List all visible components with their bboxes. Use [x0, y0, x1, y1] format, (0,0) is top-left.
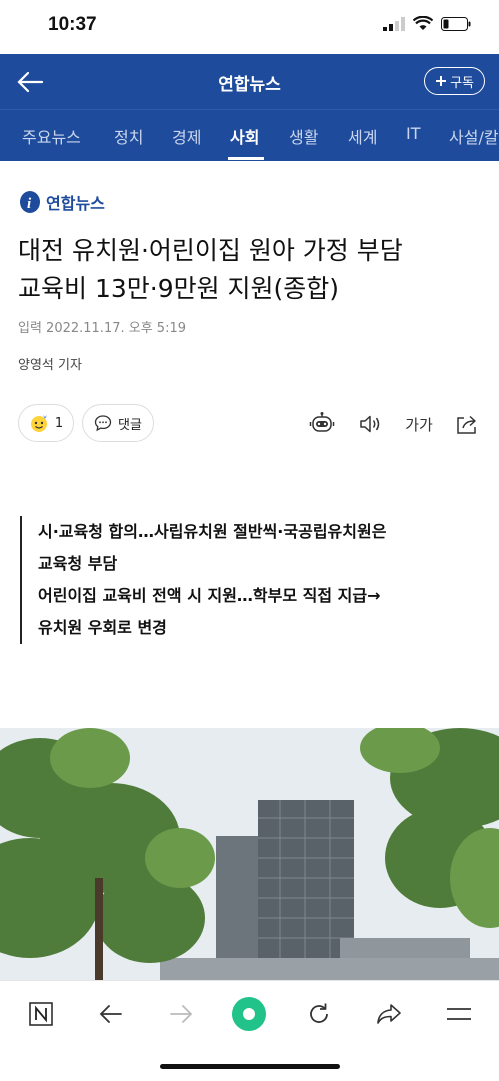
nav-item-it[interactable]: IT	[406, 124, 421, 143]
nav-item-opinion[interactable]: 사설/칼	[449, 124, 499, 148]
nav-item-world[interactable]: 세계	[348, 124, 377, 148]
active-tab-indicator	[228, 157, 264, 160]
share-icon	[457, 415, 476, 434]
listen-button[interactable]	[356, 410, 384, 438]
nav-item-politics[interactable]: 정치	[114, 124, 143, 148]
article-summary: 시·교육청 합의…사립유치원 절반씩·국공립유치원은 교육청 부담 어린이집 교…	[20, 516, 480, 644]
comment-icon	[94, 415, 112, 432]
robot-icon	[309, 412, 335, 432]
comment-label: 댓글	[118, 417, 142, 433]
press-logo[interactable]: i 연합뉴스	[18, 190, 105, 214]
article-title: 대전 유치원·어린이집 원아 가정 부담 교육비 13만·9만원 지원(종합)	[18, 232, 483, 308]
status-bar: 10:37	[0, 0, 499, 54]
plus-icon	[436, 76, 447, 86]
nav-item-main[interactable]: 주요뉴스	[22, 124, 81, 148]
comment-button[interactable]: 댓글	[82, 404, 154, 442]
reaction-count: 1	[54, 415, 64, 431]
back-nav-button[interactable]	[94, 997, 128, 1031]
status-time: 10:37	[48, 14, 97, 35]
subscribe-label: 구독	[450, 75, 474, 91]
speaker-icon	[360, 415, 380, 433]
home-indicator	[160, 1064, 340, 1069]
share-button[interactable]	[453, 410, 481, 438]
menu-button[interactable]	[442, 997, 476, 1031]
summary-bot-button[interactable]	[308, 410, 336, 438]
nav-item-economy[interactable]: 경제	[172, 124, 201, 148]
category-nav: 주요뉴스 정치 경제 사회 생활 세계 IT 사설/칼	[0, 109, 499, 161]
forward-icon	[377, 1004, 401, 1024]
green-dot-button[interactable]	[232, 997, 266, 1031]
nav-item-life[interactable]: 생활	[289, 124, 318, 148]
city-hall-photo	[0, 728, 499, 980]
naver-icon	[29, 1002, 53, 1026]
summary-line: 어린이집 교육비 전액 시 지원…학부모 직접 지급→	[38, 586, 381, 605]
share-page-button[interactable]	[372, 997, 406, 1031]
summary-line: 시·교육청 합의…사립유치원 절반씩·국공립유치원은	[38, 522, 387, 541]
battery-icon	[441, 16, 471, 31]
menu-icon	[447, 1008, 471, 1020]
green-dot-icon	[232, 997, 266, 1031]
article-date: 입력 2022.11.17. 오후 5:19	[18, 321, 186, 336]
forward-nav-button[interactable]	[164, 997, 198, 1031]
status-icons	[383, 16, 471, 31]
article-photo[interactable]	[0, 728, 499, 980]
reporter-name[interactable]: 양영석 기자	[18, 354, 82, 373]
app-header: 연합뉴스 구독	[0, 54, 499, 109]
refresh-button[interactable]	[302, 997, 336, 1031]
back-arrow-icon	[99, 1005, 122, 1023]
summary-line: 교육청 부담	[38, 554, 118, 573]
nav-item-society[interactable]: 사회	[230, 124, 259, 148]
wifi-icon	[413, 16, 433, 30]
subscribe-button[interactable]: 구독	[424, 67, 485, 95]
naver-home-button[interactable]	[24, 997, 58, 1031]
reaction-button[interactable]: 1	[18, 404, 74, 442]
emoji-face-icon	[30, 415, 47, 432]
font-size-button[interactable]: 가가	[402, 410, 436, 438]
summary-line: 유치원 우회로 변경	[38, 618, 167, 637]
article-title-line1: 대전 유치원·어린이집 원아 가정 부담	[18, 236, 403, 265]
article-title-line2: 교육비 13만·9만원 지원(종합)	[18, 274, 340, 303]
forward-arrow-icon	[170, 1005, 193, 1023]
press-name: 연합뉴스	[46, 194, 105, 213]
refresh-icon	[310, 1003, 328, 1023]
signal-icon	[383, 16, 405, 31]
yonhap-logo-icon: i	[20, 191, 40, 213]
